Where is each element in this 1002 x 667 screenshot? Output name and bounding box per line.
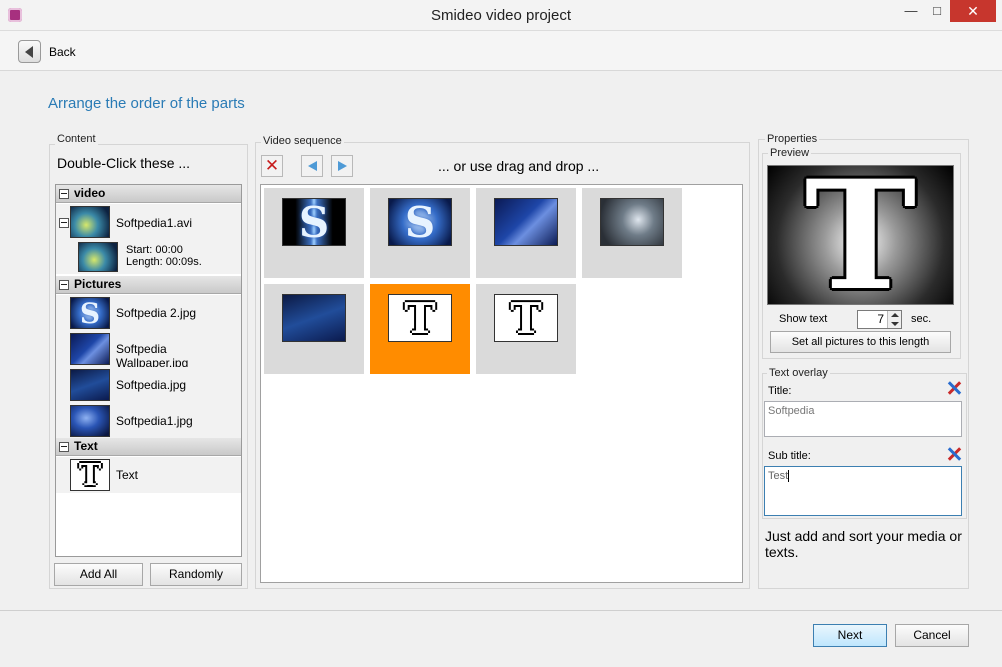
- maximize-icon[interactable]: □: [924, 0, 950, 22]
- picture-thumbnail: S: [70, 297, 110, 329]
- sequence-item[interactable]: [476, 188, 576, 278]
- tree-item-label: Softpedia1.avi: [116, 216, 193, 230]
- back-arrow-icon[interactable]: [18, 40, 41, 63]
- text-caret: [788, 470, 790, 483]
- category-video[interactable]: video: [56, 185, 241, 203]
- cancel-button[interactable]: Cancel: [895, 624, 969, 647]
- collapse-icon[interactable]: [59, 442, 69, 452]
- info-text: Just add and sort your media or texts.: [765, 528, 962, 560]
- collapse-icon[interactable]: [59, 189, 69, 199]
- list-item[interactable]: Softpedia.jpg: [56, 367, 241, 403]
- category-text-label: Text: [74, 439, 98, 453]
- picture-thumbnail: [70, 333, 110, 365]
- preview-image: T: [767, 165, 954, 305]
- window-title: Smideo video project: [430, 7, 572, 24]
- collapse-icon[interactable]: [59, 218, 69, 228]
- sequence-item[interactable]: S: [264, 188, 364, 278]
- randomly-button[interactable]: Randomly: [150, 563, 242, 586]
- minimize-icon[interactable]: —: [898, 0, 924, 22]
- picture-thumbnail: [70, 405, 110, 437]
- move-left-icon[interactable]: [301, 155, 323, 177]
- title-input[interactable]: Softpedia: [764, 401, 962, 437]
- text-overlay-group-label: Text overlay: [767, 367, 830, 379]
- show-text-value: 7: [877, 312, 884, 326]
- title-bar: Smideo video project — □ ✕: [0, 0, 1002, 31]
- video-start: Start: 00:00: [126, 244, 183, 256]
- show-text-label: Show text: [779, 313, 828, 325]
- show-text-stepper[interactable]: 7: [857, 310, 902, 329]
- tree-item-label: Text: [116, 468, 139, 482]
- list-item[interactable]: Softpedia Wallpaper.jpg: [56, 331, 241, 370]
- tree-item-label: Softpedia.jpg: [116, 378, 187, 392]
- sequence-thumbnail: [600, 198, 664, 246]
- tools-icon[interactable]: [946, 380, 962, 396]
- video-detail-thumbnail: [78, 242, 118, 272]
- list-item[interactable]: T Text: [56, 457, 241, 493]
- sequence-thumbnail: T: [494, 294, 558, 342]
- sequence-item[interactable]: S: [370, 188, 470, 278]
- back-button[interactable]: Back: [49, 45, 76, 59]
- sequence-item[interactable]: T: [476, 284, 576, 374]
- sequence-item-selected[interactable]: T: [370, 284, 470, 374]
- sequence-thumbnail: S: [282, 198, 346, 246]
- delete-icon[interactable]: ✕: [261, 155, 283, 177]
- category-video-label: video: [74, 186, 106, 200]
- tree-item-video[interactable]: Softpedia1.avi Start: 00:00 Length: 00:0…: [56, 204, 241, 274]
- sequence-thumbnail: S: [388, 198, 452, 246]
- subtitle-input[interactable]: Test: [764, 466, 962, 516]
- content-hint: Double-Click these ...: [57, 155, 191, 171]
- video-length: Length: 00:09s.: [126, 256, 202, 268]
- footer-bar: Next Cancel: [0, 610, 1002, 667]
- tree-item-label: Softpedia Wallpaper.jpg: [116, 342, 189, 370]
- content-group-label: Content: [55, 133, 98, 145]
- picture-thumbnail: [70, 369, 110, 401]
- add-all-button[interactable]: Add All: [54, 563, 143, 586]
- sequence-thumbnail: T: [388, 294, 452, 342]
- preview-group-label: Preview: [768, 147, 812, 159]
- sequence-thumbnail: [494, 198, 558, 246]
- sequence-item[interactable]: [264, 284, 364, 374]
- tree-item-label: Softpedia 2.jpg: [116, 306, 197, 320]
- title-input-value: Softpedia: [768, 405, 815, 417]
- subtitle-label: Sub title:: [768, 450, 811, 462]
- spinner-arrows-icon[interactable]: [887, 311, 901, 328]
- sequence-item[interactable]: [582, 188, 682, 278]
- sequence-thumbnail: [282, 294, 346, 342]
- sec-label: sec.: [911, 313, 932, 325]
- navigation-bar: Back: [0, 31, 1002, 71]
- list-item[interactable]: S Softpedia 2.jpg: [56, 295, 241, 331]
- tools-icon[interactable]: [946, 446, 962, 462]
- sequence-hint: ... or use drag and drop ...: [438, 158, 600, 174]
- subtitle-input-value: Test: [768, 470, 789, 482]
- properties-group-label: Properties: [765, 133, 820, 145]
- content-tree[interactable]: video Softpedia1.avi Start: 00:00 Length…: [55, 184, 242, 557]
- sequence-area[interactable]: S S T T: [260, 184, 743, 583]
- video-thumbnail: [70, 206, 110, 238]
- tree-item-label: Softpedia1.jpg: [116, 414, 193, 428]
- close-icon[interactable]: ✕: [950, 0, 996, 22]
- video-sequence-group-label: Video sequence: [261, 135, 344, 147]
- collapse-icon[interactable]: [59, 280, 69, 290]
- title-label: Title:: [768, 385, 792, 397]
- category-pictures-label: Pictures: [74, 277, 122, 291]
- set-all-length-button[interactable]: Set all pictures to this length: [770, 331, 951, 353]
- category-text[interactable]: Text: [56, 438, 241, 456]
- text-thumbnail: T: [70, 459, 110, 491]
- list-item[interactable]: Softpedia1.jpg: [56, 403, 241, 439]
- page-title: Arrange the order of the parts: [48, 95, 245, 112]
- next-button[interactable]: Next: [813, 624, 887, 647]
- category-pictures[interactable]: Pictures: [56, 276, 241, 294]
- move-right-icon[interactable]: [331, 155, 353, 177]
